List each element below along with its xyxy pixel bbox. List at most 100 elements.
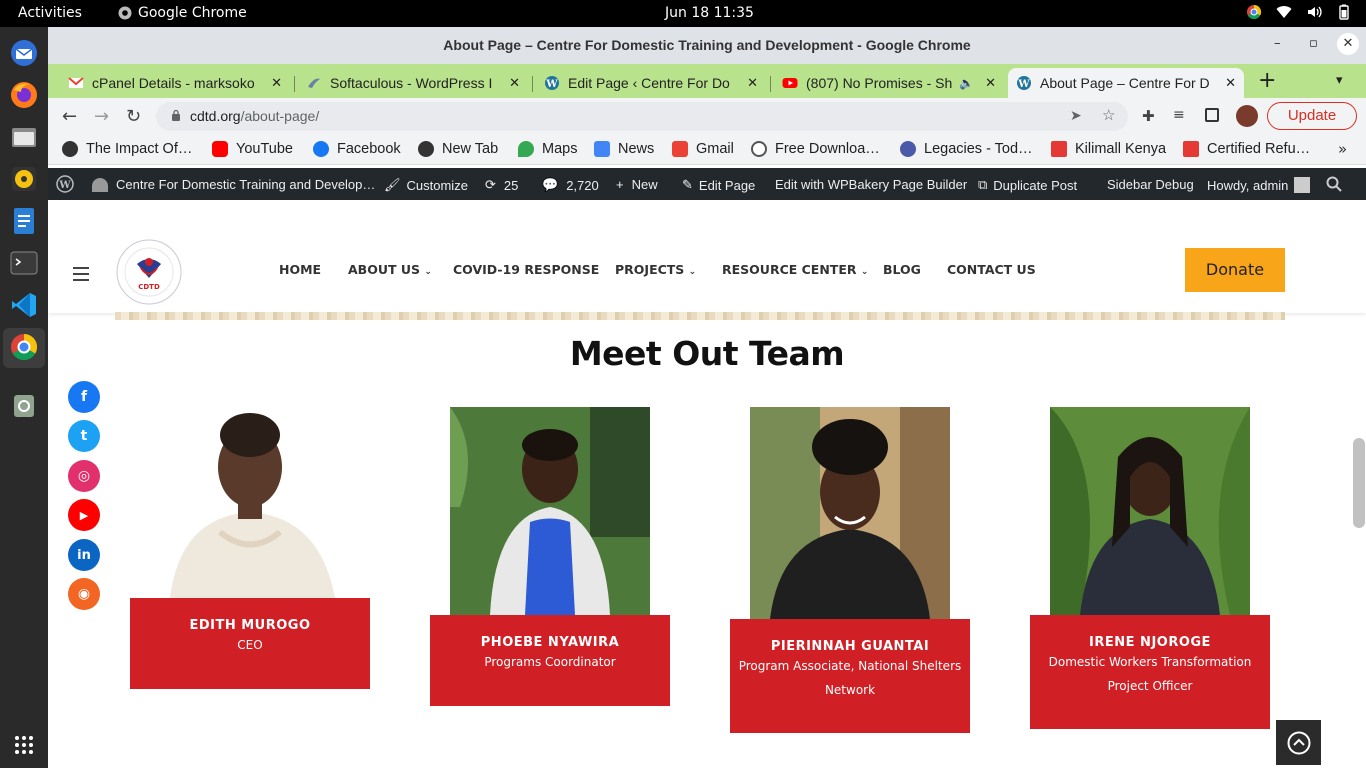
menu-home[interactable]: HOME [279, 262, 321, 277]
wp-updates[interactable]: ⟳ 25 [485, 177, 518, 193]
dock-vscode[interactable] [8, 289, 40, 321]
update-button[interactable]: Update [1267, 102, 1357, 130]
bookmark-item[interactable]: Free Downloa… [751, 141, 880, 157]
tab-strip: cPanel Details - marksoko ✕ Softaculous … [48, 64, 1366, 98]
dock-chrome[interactable] [8, 331, 40, 363]
dock-writer[interactable] [8, 205, 40, 237]
bookmark-item[interactable]: Facebook [313, 141, 401, 157]
menu-about-us[interactable]: ABOUT US ⌄ [348, 262, 432, 277]
tab-capture-icon[interactable] [1205, 108, 1219, 122]
wp-duplicate-post[interactable]: ⧉ Duplicate Post [978, 177, 1077, 193]
bookmark-item[interactable]: New Tab [418, 141, 498, 157]
member-photo [1050, 407, 1250, 615]
volume-icon [1308, 6, 1322, 18]
news-icon [594, 141, 610, 157]
bookmark-item[interactable]: Certified Refu… [1183, 141, 1310, 157]
menu-contact-us[interactable]: CONTACT US [947, 262, 1036, 277]
address-bar[interactable]: cdtd.org/about-page/ ➤ ☆ [156, 102, 1128, 131]
wp-new[interactable]: + New [616, 177, 658, 192]
linkedin-icon[interactable]: in [68, 539, 100, 571]
tab-softaculous[interactable]: Softaculous - WordPress I ✕ [298, 68, 528, 98]
youtube-icon[interactable]: ▶ [68, 499, 100, 531]
new-tab-button[interactable]: + [1258, 70, 1276, 92]
extensions-icon[interactable]: ✚ [1142, 107, 1155, 125]
bookmark-item[interactable]: News [594, 141, 654, 157]
menu-projects[interactable]: PROJECTS ⌄ [615, 262, 696, 277]
hamburger-menu-icon[interactable] [73, 267, 89, 285]
show-apps-button[interactable] [8, 729, 40, 761]
close-tab-icon[interactable]: ✕ [271, 75, 282, 91]
wp-sidebar-debug[interactable]: Sidebar Debug [1107, 177, 1194, 192]
bookmark-item[interactable]: Kilimall Kenya [1051, 141, 1166, 157]
tab-youtube[interactable]: (807) No Promises - Sh 🔈 ✕ [774, 68, 1004, 98]
member-info-box: EDITH MUROGO CEO [130, 598, 370, 689]
rss-icon[interactable]: ◉ [68, 578, 100, 610]
scroll-to-top-button[interactable] [1276, 720, 1321, 765]
instagram-icon[interactable]: ◎ [68, 460, 100, 492]
site-logo[interactable]: CDTD [115, 238, 183, 306]
facebook-icon [313, 141, 329, 157]
chrome-icon [118, 6, 132, 20]
system-top-bar: Activities Google Chrome Jun 18 11:35 [0, 0, 1366, 27]
wp-logo-button[interactable]: W [56, 175, 74, 193]
twitter-icon[interactable]: t [68, 420, 100, 452]
minimize-button[interactable]: – [1274, 36, 1281, 51]
media-control-icon[interactable]: ≡ [1173, 107, 1185, 123]
kilimall-icon [1183, 141, 1199, 157]
close-tab-icon[interactable]: ✕ [985, 75, 996, 91]
window-titlebar[interactable]: About Page – Centre For Domestic Trainin… [48, 27, 1366, 64]
wordpress-icon: W [1017, 76, 1031, 90]
wp-site-name[interactable]: Centre For Domestic Training and Develop… [92, 177, 375, 192]
facebook-icon[interactable]: f [68, 381, 100, 413]
bookmark-star-icon[interactable]: ☆ [1102, 106, 1115, 124]
close-tab-icon[interactable]: ✕ [747, 75, 758, 91]
wp-customize[interactable]: 🖌 Customize [384, 177, 468, 193]
audio-playing-icon[interactable]: 🔈 [959, 76, 974, 90]
dock-thunderbird[interactable] [8, 37, 40, 69]
wp-wpbakery[interactable]: Edit with WPBakery Page Builder [775, 177, 967, 192]
bookmark-item[interactable]: The Impact Of… [62, 141, 192, 157]
system-tray[interactable] [1246, 4, 1352, 20]
svg-text:W: W [1017, 79, 1030, 90]
bookmark-item[interactable]: Legacies - Tod… [900, 141, 1033, 157]
close-tab-icon[interactable]: ✕ [1225, 75, 1236, 91]
clock[interactable]: Jun 18 11:35 [665, 5, 754, 21]
menu-resource-center[interactable]: RESOURCE CENTER ⌄ [722, 262, 868, 277]
send-tab-icon[interactable]: ➤ [1070, 107, 1082, 124]
donate-button[interactable]: Donate [1185, 248, 1285, 292]
pencil-icon: ✎ [682, 177, 693, 192]
bookmark-item[interactable]: Gmail [672, 141, 734, 157]
close-tab-icon[interactable]: ✕ [509, 75, 520, 91]
tab-search-button[interactable]: ▾ [1336, 73, 1343, 88]
tab-label: Edit Page ‹ Centre For Do [568, 75, 730, 91]
menu-covid-response[interactable]: COVID-19 RESPONSE [453, 262, 599, 277]
menu-blog[interactable]: BLOG [883, 262, 921, 277]
dock-trash[interactable] [8, 389, 40, 421]
search-icon[interactable] [1326, 176, 1342, 192]
bookmark-item[interactable]: YouTube [212, 141, 293, 157]
activities-button[interactable]: Activities [18, 5, 82, 21]
wp-howdy[interactable]: Howdy, admin [1207, 177, 1311, 193]
wp-edit-page[interactable]: ✎ Edit Page [682, 177, 755, 193]
logo-text: CDTD [138, 283, 160, 291]
more-bookmarks-icon[interactable]: » [1338, 140, 1347, 158]
close-window-button[interactable]: ✕ [1337, 33, 1359, 55]
softaculous-icon [308, 78, 320, 88]
tab-about-page[interactable]: W About Page – Centre For D ✕ [1008, 68, 1244, 98]
tab-cpanel[interactable]: cPanel Details - marksoko ✕ [60, 68, 290, 98]
tab-edit-page[interactable]: W Edit Page ‹ Centre For Do ✕ [536, 68, 766, 98]
reload-button[interactable]: ↻ [126, 106, 141, 127]
bookmark-item[interactable]: Maps [518, 141, 577, 157]
dock-rhythmbox[interactable] [8, 163, 40, 195]
dock-firefox[interactable] [8, 79, 40, 111]
forward-button[interactable]: → [94, 106, 109, 127]
back-button[interactable]: ← [62, 106, 77, 127]
profile-avatar[interactable] [1236, 105, 1258, 127]
app-menu[interactable]: Google Chrome [118, 5, 247, 21]
dock-files[interactable] [8, 121, 40, 153]
member-role: Domestic Workers Transformation Project … [1048, 655, 1252, 693]
maximize-button[interactable]: ▫ [1309, 36, 1318, 51]
dock-terminal[interactable] [8, 247, 40, 279]
page-scrollbar[interactable] [1353, 438, 1365, 528]
wp-comments[interactable]: 💬 2,720 [542, 177, 599, 193]
